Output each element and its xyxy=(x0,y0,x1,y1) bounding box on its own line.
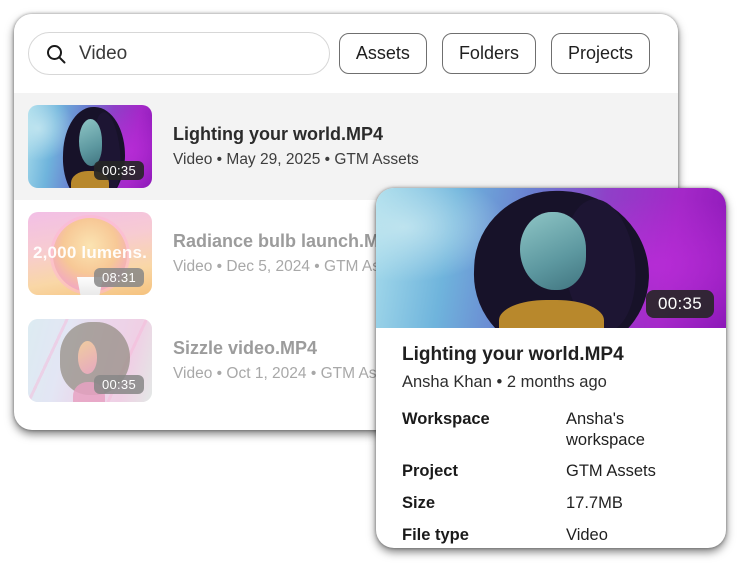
result-meta: Video • May 29, 2025 • GTM Assets xyxy=(173,151,419,169)
video-preview[interactable]: 00:35 xyxy=(376,188,726,328)
field-project: Project GTM Assets xyxy=(402,461,700,482)
result-title: Radiance bulb launch.MP4 xyxy=(173,231,408,252)
card-byline: Ansha Khan • 2 months ago xyxy=(402,373,700,392)
duration-badge: 08:31 xyxy=(94,268,144,287)
field-label: Workspace xyxy=(402,409,566,450)
screenshot-stage: Video Assets Folders Projects 00:35 Ligh… xyxy=(0,0,750,563)
search-icon xyxy=(45,43,67,65)
field-value: 17.7MB xyxy=(566,493,623,514)
result-row-lighting-your-world[interactable]: 00:35 Lighting your world.MP4 Video • Ma… xyxy=(14,93,678,200)
asset-detail-card: 00:35 Lighting your world.MP4 Ansha Khan… xyxy=(376,188,726,548)
search-query-text: Video xyxy=(79,43,127,65)
field-value: Ansha's workspace xyxy=(566,409,700,450)
result-meta: Video • Oct 1, 2024 • GTM Assets xyxy=(173,365,405,383)
search-input[interactable]: Video xyxy=(28,32,330,75)
filter-button-folders[interactable]: Folders xyxy=(442,33,536,75)
field-label: Project xyxy=(402,461,566,482)
metadata-fields: Workspace Ansha's workspace Project GTM … xyxy=(402,409,700,545)
search-toolbar: Video Assets Folders Projects xyxy=(14,14,678,93)
result-title: Sizzle video.MP4 xyxy=(173,338,405,359)
field-workspace: Workspace Ansha's workspace xyxy=(402,409,700,450)
field-label: Size xyxy=(402,493,566,514)
thumbnail-overlay-text: 2,000 lumens. xyxy=(28,243,152,263)
field-value: Video xyxy=(566,525,608,546)
field-file-type: File type Video xyxy=(402,525,700,546)
card-title: Lighting your world.MP4 xyxy=(402,344,700,366)
video-thumbnail[interactable]: 00:35 xyxy=(28,105,152,188)
filter-buttons: Assets Folders Projects xyxy=(339,33,650,75)
video-thumbnail[interactable]: 2,000 lumens. 08:31 xyxy=(28,212,152,295)
result-meta: Video • Dec 5, 2024 • GTM Assets xyxy=(173,258,408,276)
filter-button-assets[interactable]: Assets xyxy=(339,33,427,75)
field-size: Size 17.7MB xyxy=(402,493,700,514)
result-title: Lighting your world.MP4 xyxy=(173,124,419,145)
duration-badge: 00:35 xyxy=(94,375,144,394)
filter-button-projects[interactable]: Projects xyxy=(551,33,650,75)
duration-badge: 00:35 xyxy=(94,161,144,180)
video-thumbnail[interactable]: 00:35 xyxy=(28,319,152,402)
duration-badge: 00:35 xyxy=(646,290,714,318)
field-label: File type xyxy=(402,525,566,546)
field-value: GTM Assets xyxy=(566,461,656,482)
